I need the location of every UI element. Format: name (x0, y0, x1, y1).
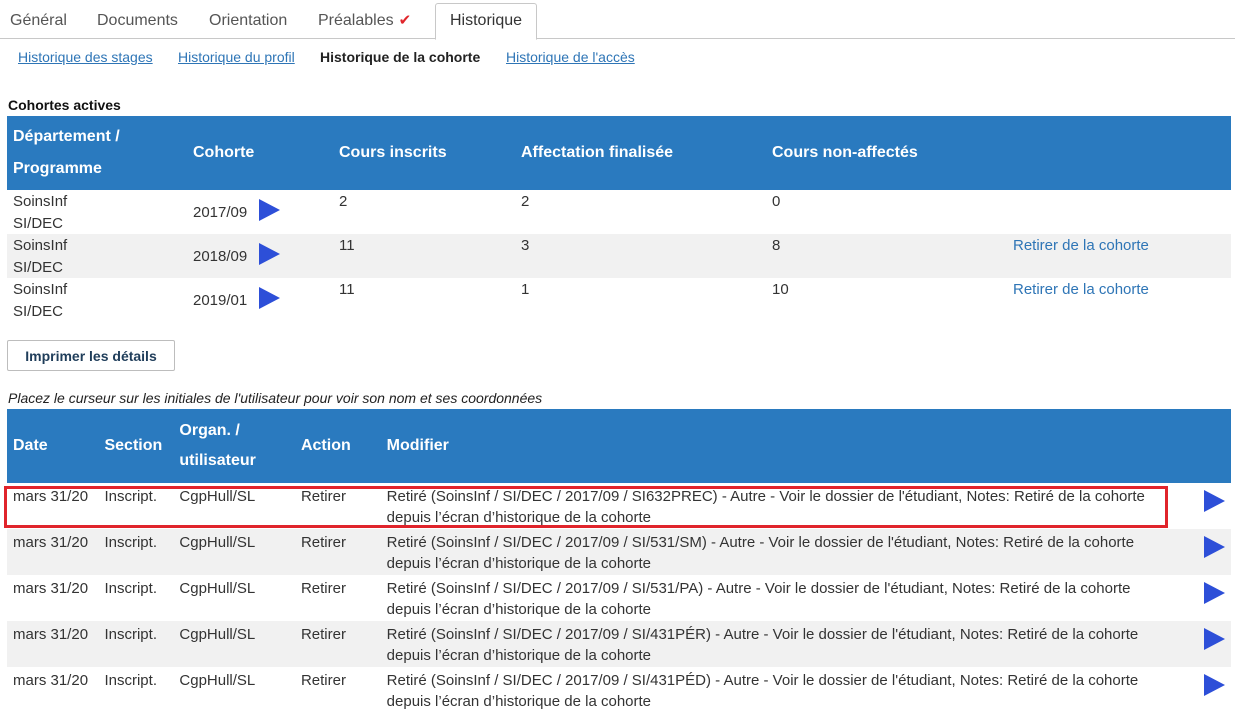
nonaff-cell: 10 (772, 281, 789, 298)
history-row: mars 31/20 Inscript. CgpHull/SL Retirer … (7, 575, 1231, 621)
details-cell (1184, 621, 1231, 667)
history-row: mars 31/20 Inscript. CgpHull/SL Retirer … (7, 483, 1231, 529)
history-table: Date Section Organ. / utilisateur Action … (7, 409, 1231, 713)
modifier-cell: Retiré (SoinsInf / SI/DEC / 2017/09 / SI… (386, 672, 1139, 710)
nonaff-cell: 8 (766, 234, 1007, 278)
col-affectation-finalisee: Affectation finalisée (515, 116, 766, 190)
dept-cell: SoinsInf SI/DEC (7, 234, 187, 278)
modifier-cell: Retiré (SoinsInf / SI/DEC / 2017/09 / SI… (386, 580, 1131, 618)
cohort-row: SoinsInf SI/DEC 2017/09 2 2 0 (7, 190, 1231, 234)
date-cell: mars 31/20 (13, 672, 89, 689)
cohorte-cell: 2019/01 (187, 278, 333, 322)
user-initials[interactable]: CgpHull/SL (173, 575, 295, 621)
print-details-button[interactable]: Imprimer les détails (7, 340, 175, 371)
action-cell: Retirer (300, 672, 346, 689)
play-icon[interactable] (259, 287, 281, 309)
play-icon[interactable] (1204, 628, 1225, 650)
cohorts-header-row: Département / Programme Cohorte Cours ins… (7, 116, 1231, 190)
col-cohorte: Cohorte (187, 116, 333, 190)
play-icon[interactable] (1204, 536, 1225, 558)
action-cell: Retirer (294, 621, 381, 667)
col-departement-programme: Département / Programme (7, 116, 187, 190)
section-cell: Inscript. (98, 529, 174, 575)
cohorts-table: Département / Programme Cohorte Cours ins… (7, 116, 1231, 322)
cours-cell: 2 (339, 193, 348, 210)
modifier-cell: Retiré (SoinsInf / SI/DEC / 2017/09 / SI… (380, 621, 1184, 667)
nonaff-cell: 0 (772, 193, 781, 210)
history-row: mars 31/20 Inscript. CgpHull/SL Retirer … (7, 621, 1231, 667)
section-cell: Inscript. (104, 580, 157, 597)
history-row: mars 31/20 Inscript. CgpHull/SL Retirer … (7, 529, 1231, 575)
history-header-row: Date Section Organ. / utilisateur Action … (7, 409, 1231, 483)
col-section: Section (98, 409, 174, 483)
play-icon[interactable] (259, 243, 281, 265)
link-historique-acces[interactable]: Historique de l'accès (506, 49, 635, 65)
col-action: Action (294, 409, 381, 483)
col-date: Date (7, 409, 99, 483)
section-cell: Inscript. (104, 488, 157, 505)
tab-prealables-label: Préalables (318, 12, 394, 29)
date-cell: mars 31/20 (7, 529, 99, 575)
check-icon: ✔ (398, 12, 412, 29)
hover-hint: Placez le curseur sur les initiales de l… (8, 390, 543, 406)
col-organ-utilisateur: Organ. / utilisateur (173, 409, 295, 483)
cours-cell: 11 (333, 234, 515, 278)
tab-prealables[interactable]: Préalables ✔ (318, 4, 411, 37)
col-modifier: Modifier (380, 409, 1184, 483)
cohort-row: SoinsInf SI/DEC 2019/01 11 1 10 Retirer d… (7, 278, 1231, 322)
modifier-cell: Retiré (SoinsInf / SI/DEC / 2017/09 / SI… (386, 488, 1145, 526)
retirer-link[interactable]: Retirer de la cohorte (1007, 278, 1231, 322)
tab-orientation[interactable]: Orientation (209, 4, 287, 37)
affect-cell: 1 (521, 281, 530, 298)
section-cell: Inscript. (104, 672, 157, 689)
action-cell: Retirer (300, 488, 346, 505)
modifier-cell: Retiré (SoinsInf / SI/DEC / 2017/09 / SI… (380, 529, 1184, 575)
tab-bar: Général Documents Orientation Préalables… (0, 0, 1235, 40)
user-initials[interactable]: CgpHull/SL (173, 529, 295, 575)
user-initials[interactable]: CgpHull/SL (173, 667, 295, 713)
link-historique-profil[interactable]: Historique du profil (178, 49, 295, 65)
action-cell: Retirer (300, 580, 346, 597)
user-initials[interactable]: CgpHull/SL (173, 621, 295, 667)
play-icon[interactable] (1204, 674, 1225, 696)
col-cours-inscrits: Cours inscrits (333, 116, 515, 190)
play-icon[interactable] (1204, 582, 1225, 604)
cohorts-section-title: Cohortes actives (8, 97, 121, 113)
dept-cell: SoinsInf SI/DEC (13, 193, 68, 232)
dept-cell: SoinsInf SI/DEC (13, 281, 68, 320)
date-cell: mars 31/20 (7, 621, 99, 667)
details-cell (1184, 529, 1231, 575)
section-cell: Inscript. (98, 621, 174, 667)
cohort-row: SoinsInf SI/DEC 2018/09 11 3 8 Retirer de… (7, 234, 1231, 278)
cours-cell: 11 (339, 281, 355, 298)
affect-cell: 2 (521, 193, 530, 210)
play-icon[interactable] (1204, 490, 1225, 512)
user-initials[interactable]: CgpHull/SL (173, 483, 295, 529)
tab-general[interactable]: Général (10, 4, 67, 37)
col-actions (1007, 116, 1231, 190)
details-cell (1184, 667, 1231, 713)
cohorte-cell: 2018/09 (187, 234, 333, 278)
date-cell: mars 31/20 (13, 488, 89, 505)
date-cell: mars 31/20 (13, 580, 89, 597)
tab-documents[interactable]: Documents (97, 4, 178, 37)
link-historique-stages[interactable]: Historique des stages (18, 49, 153, 65)
current-historique-cohorte: Historique de la cohorte (320, 49, 481, 65)
play-icon[interactable] (259, 199, 281, 221)
details-cell (1184, 483, 1231, 529)
action-cell (1007, 190, 1231, 234)
tab-historique[interactable]: Historique (435, 3, 538, 40)
col-details (1184, 409, 1231, 483)
history-row: mars 31/20 Inscript. CgpHull/SL Retirer … (7, 667, 1231, 713)
cohorte-cell: 2017/09 (187, 190, 333, 234)
details-cell (1184, 575, 1231, 621)
affect-cell: 3 (515, 234, 766, 278)
action-cell: Retirer (294, 529, 381, 575)
retirer-link[interactable]: Retirer de la cohorte (1007, 234, 1231, 278)
col-cours-non-affectes: Cours non-affectés (766, 116, 1007, 190)
